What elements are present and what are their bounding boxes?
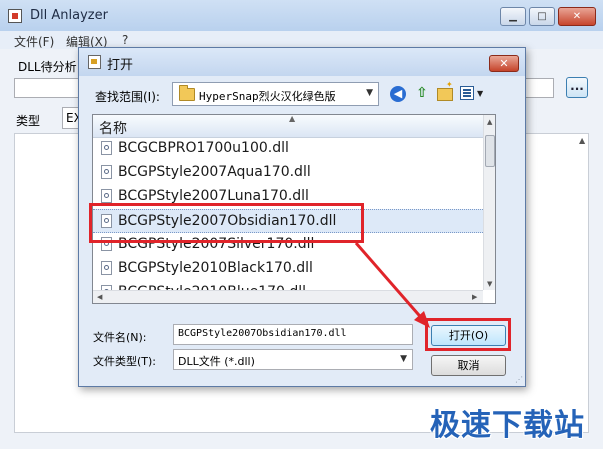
annotation-arrow	[354, 242, 430, 328]
arrow-line	[354, 242, 427, 323]
site-watermark: 极速下载站	[430, 408, 585, 443]
